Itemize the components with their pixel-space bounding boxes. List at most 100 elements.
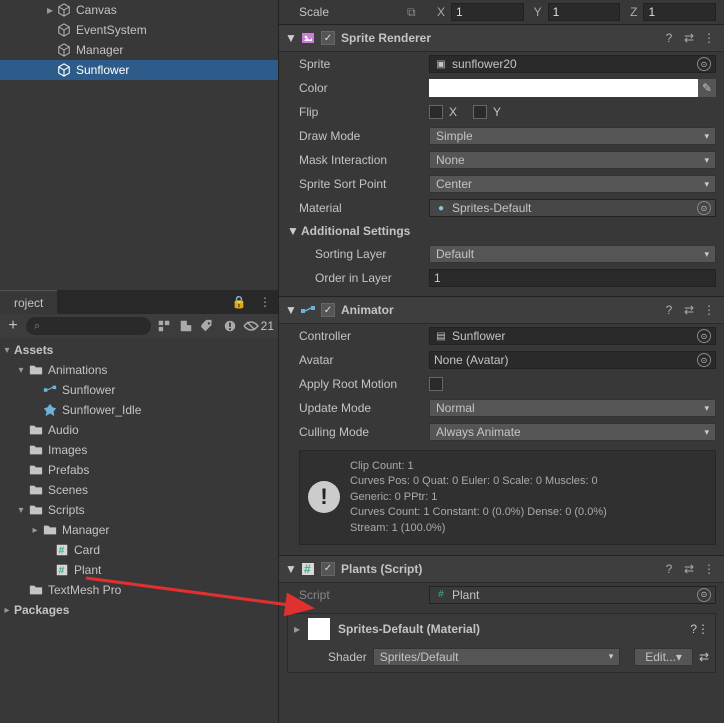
foldout-icon[interactable]: ▼: [285, 562, 299, 576]
material-swatch: [308, 618, 330, 640]
preset-icon[interactable]: ⇄: [680, 301, 698, 319]
hierarchy-panel: ▸ Canvas EventSystem Manager Sunflower: [0, 0, 278, 80]
tree-item[interactable]: Prefabs: [0, 460, 278, 480]
tree-label: TextMesh Pro: [48, 583, 121, 597]
root-motion-checkbox[interactable]: [429, 377, 443, 391]
color-field[interactable]: ✎: [429, 79, 716, 97]
script-icon: #: [434, 588, 448, 602]
svg-text:#: #: [304, 562, 311, 576]
tree-item[interactable]: Sunflower_Idle: [0, 400, 278, 420]
link-icon[interactable]: ⧉: [407, 5, 429, 20]
hierarchy-label: EventSystem: [76, 23, 147, 37]
tree-item[interactable]: #Card: [0, 540, 278, 560]
hierarchy-item[interactable]: Manager: [0, 40, 278, 60]
enabled-checkbox[interactable]: ✓: [321, 303, 335, 317]
preset-icon[interactable]: ⇄: [699, 650, 709, 664]
foldout-icon[interactable]: ▸: [44, 3, 56, 17]
sprite-renderer-header[interactable]: ▼ ✓ Sprite Renderer ? ⇄ ⋮: [279, 24, 724, 52]
gameobject-icon: [56, 2, 72, 18]
tree-root-assets[interactable]: ▾Assets: [0, 340, 278, 360]
svg-text:#: #: [59, 565, 65, 577]
animator-icon: [299, 301, 317, 319]
scale-x-field[interactable]: 1: [451, 3, 524, 21]
plants-script-header[interactable]: ▼ # ✓ Plants (Script) ? ⇄ ⋮: [279, 555, 724, 583]
context-menu-icon[interactable]: ⋮: [256, 293, 274, 311]
gameobject-icon: [56, 22, 72, 38]
help-icon[interactable]: ?: [660, 301, 678, 319]
object-picker-icon[interactable]: ⊙: [697, 201, 711, 215]
material-field[interactable]: ●Sprites-Default⊙: [429, 199, 716, 217]
tree-label: Audio: [48, 423, 79, 437]
foldout-icon[interactable]: ▼: [285, 303, 299, 317]
script-field[interactable]: #Plant⊙: [429, 586, 716, 604]
avatar-field[interactable]: None (Avatar)⊙: [429, 351, 716, 369]
preset-icon[interactable]: ⇄: [680, 29, 698, 47]
tree-item[interactable]: TextMesh Pro: [0, 580, 278, 600]
tree-item[interactable]: Scenes: [0, 480, 278, 500]
tree-item[interactable]: #Plant: [0, 560, 278, 580]
search-input[interactable]: ⌕: [26, 317, 151, 335]
sprite-field[interactable]: ▣sunflower20⊙: [429, 55, 716, 73]
enabled-checkbox[interactable]: ✓: [321, 31, 335, 45]
info-icon: !: [308, 481, 340, 513]
edit-button[interactable]: Edit... ▾: [634, 648, 693, 666]
project-tab[interactable]: roject: [0, 290, 57, 314]
help-icon[interactable]: ?: [660, 29, 678, 47]
folder-icon: [28, 362, 44, 378]
scale-z-field[interactable]: 1: [643, 3, 716, 21]
order-in-layer-field[interactable]: 1: [429, 269, 716, 287]
foldout-icon[interactable]: ▼: [285, 31, 299, 45]
tree-root-packages[interactable]: ▸Packages: [0, 600, 278, 620]
tree-label: Images: [48, 443, 87, 457]
save-icon[interactable]: [221, 317, 239, 335]
context-menu-icon[interactable]: ⋮: [700, 560, 718, 578]
tree-item[interactable]: ▾Scripts: [0, 500, 278, 520]
shader-dropdown[interactable]: Sprites/Default: [373, 648, 621, 666]
context-menu-icon[interactable]: ⋮: [697, 622, 709, 636]
flip-x-checkbox[interactable]: [429, 105, 443, 119]
tree-item[interactable]: ▾Animations: [0, 360, 278, 380]
eyedropper-icon[interactable]: ✎: [698, 79, 716, 97]
draw-mode-dropdown[interactable]: Simple: [429, 127, 716, 145]
hierarchy-item[interactable]: ▸ Canvas: [0, 0, 278, 20]
additional-settings-header[interactable]: ▼Additional Settings: [279, 220, 724, 242]
foldout-icon[interactable]: ▸: [294, 622, 308, 636]
object-picker-icon[interactable]: ⊙: [697, 57, 711, 71]
hierarchy-item-selected[interactable]: Sunflower: [0, 60, 278, 80]
context-menu-icon[interactable]: ⋮: [700, 301, 718, 319]
object-picker-icon[interactable]: ⊙: [697, 353, 711, 367]
controller-field[interactable]: ▤Sunflower⊙: [429, 327, 716, 345]
object-picker-icon[interactable]: ⊙: [697, 329, 711, 343]
culling-mode-dropdown[interactable]: Always Animate: [429, 423, 716, 441]
preset-icon[interactable]: ⇄: [680, 560, 698, 578]
flip-y-checkbox[interactable]: [473, 105, 487, 119]
add-button[interactable]: +: [4, 317, 22, 335]
tree-item[interactable]: Images: [0, 440, 278, 460]
mask-interaction-dropdown[interactable]: None: [429, 151, 716, 169]
anim-clip-icon: [42, 402, 58, 418]
tree-item[interactable]: ▸Manager: [0, 520, 278, 540]
scale-y-field[interactable]: 1: [548, 3, 621, 21]
enabled-checkbox[interactable]: ✓: [321, 562, 335, 576]
search-by-label-icon[interactable]: [177, 317, 195, 335]
tree-item[interactable]: Audio: [0, 420, 278, 440]
sorting-layer-dropdown[interactable]: Default: [429, 245, 716, 263]
object-picker-icon[interactable]: ⊙: [697, 588, 711, 602]
tree-label: Sunflower_Idle: [62, 403, 141, 417]
hierarchy-item[interactable]: EventSystem: [0, 20, 278, 40]
update-mode-dropdown[interactable]: Normal: [429, 399, 716, 417]
help-icon[interactable]: ?: [690, 622, 697, 636]
tree-label: Sunflower: [62, 383, 115, 397]
animator-header[interactable]: ▼ ✓ Animator ? ⇄ ⋮: [279, 296, 724, 324]
material-header[interactable]: ▸ Sprites-Default (Material) ? ⋮: [288, 614, 715, 644]
tree-item[interactable]: Sunflower: [0, 380, 278, 400]
hidden-count[interactable]: 21: [243, 319, 274, 333]
search-by-type-icon[interactable]: [155, 317, 173, 335]
tag-icon[interactable]: [199, 317, 217, 335]
tree-label: Animations: [48, 363, 107, 377]
gameobject-icon: [56, 62, 72, 78]
context-menu-icon[interactable]: ⋮: [700, 29, 718, 47]
sort-point-dropdown[interactable]: Center: [429, 175, 716, 193]
lock-icon[interactable]: 🔒: [230, 293, 248, 311]
help-icon[interactable]: ?: [660, 560, 678, 578]
